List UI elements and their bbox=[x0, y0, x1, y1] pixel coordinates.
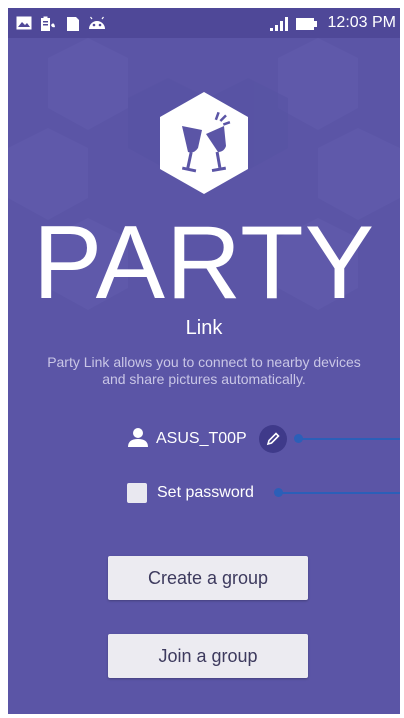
join-group-button[interactable]: Join a group bbox=[108, 634, 308, 678]
set-password-checkbox[interactable] bbox=[127, 483, 147, 503]
image-icon bbox=[16, 16, 32, 35]
callout-line-edit bbox=[298, 438, 400, 440]
app-subtitle: Link bbox=[185, 317, 223, 339]
set-password-row[interactable]: Set password bbox=[127, 480, 254, 506]
callout-dot-edit bbox=[294, 434, 303, 443]
create-group-button[interactable]: Create a group bbox=[108, 556, 308, 600]
signal-icon bbox=[270, 17, 290, 36]
device-name-row: ASUS_T00P bbox=[128, 424, 287, 454]
status-clock: 12:03 PM bbox=[327, 14, 396, 31]
party-link-logo bbox=[160, 92, 248, 194]
edit-device-name-button[interactable] bbox=[258, 425, 287, 453]
person-icon bbox=[128, 427, 148, 452]
set-password-label: Set password bbox=[157, 484, 254, 501]
android-icon bbox=[88, 16, 106, 35]
sd-card-icon bbox=[66, 16, 80, 37]
device-name: ASUS_T00P bbox=[156, 430, 247, 447]
battery-icon bbox=[296, 17, 318, 36]
battery-saver-icon bbox=[40, 16, 56, 37]
status-bar: 12:03 PM bbox=[8, 8, 400, 38]
callout-line-password bbox=[278, 492, 400, 494]
app-screen: 12:03 PM PARTY Link Party Link allows yo… bbox=[8, 8, 400, 714]
app-title: PARTY bbox=[32, 205, 376, 321]
app-description: Party Link allows you to connect to near… bbox=[47, 354, 361, 387]
pencil-icon bbox=[266, 432, 280, 446]
callout-dot-password bbox=[274, 488, 283, 497]
